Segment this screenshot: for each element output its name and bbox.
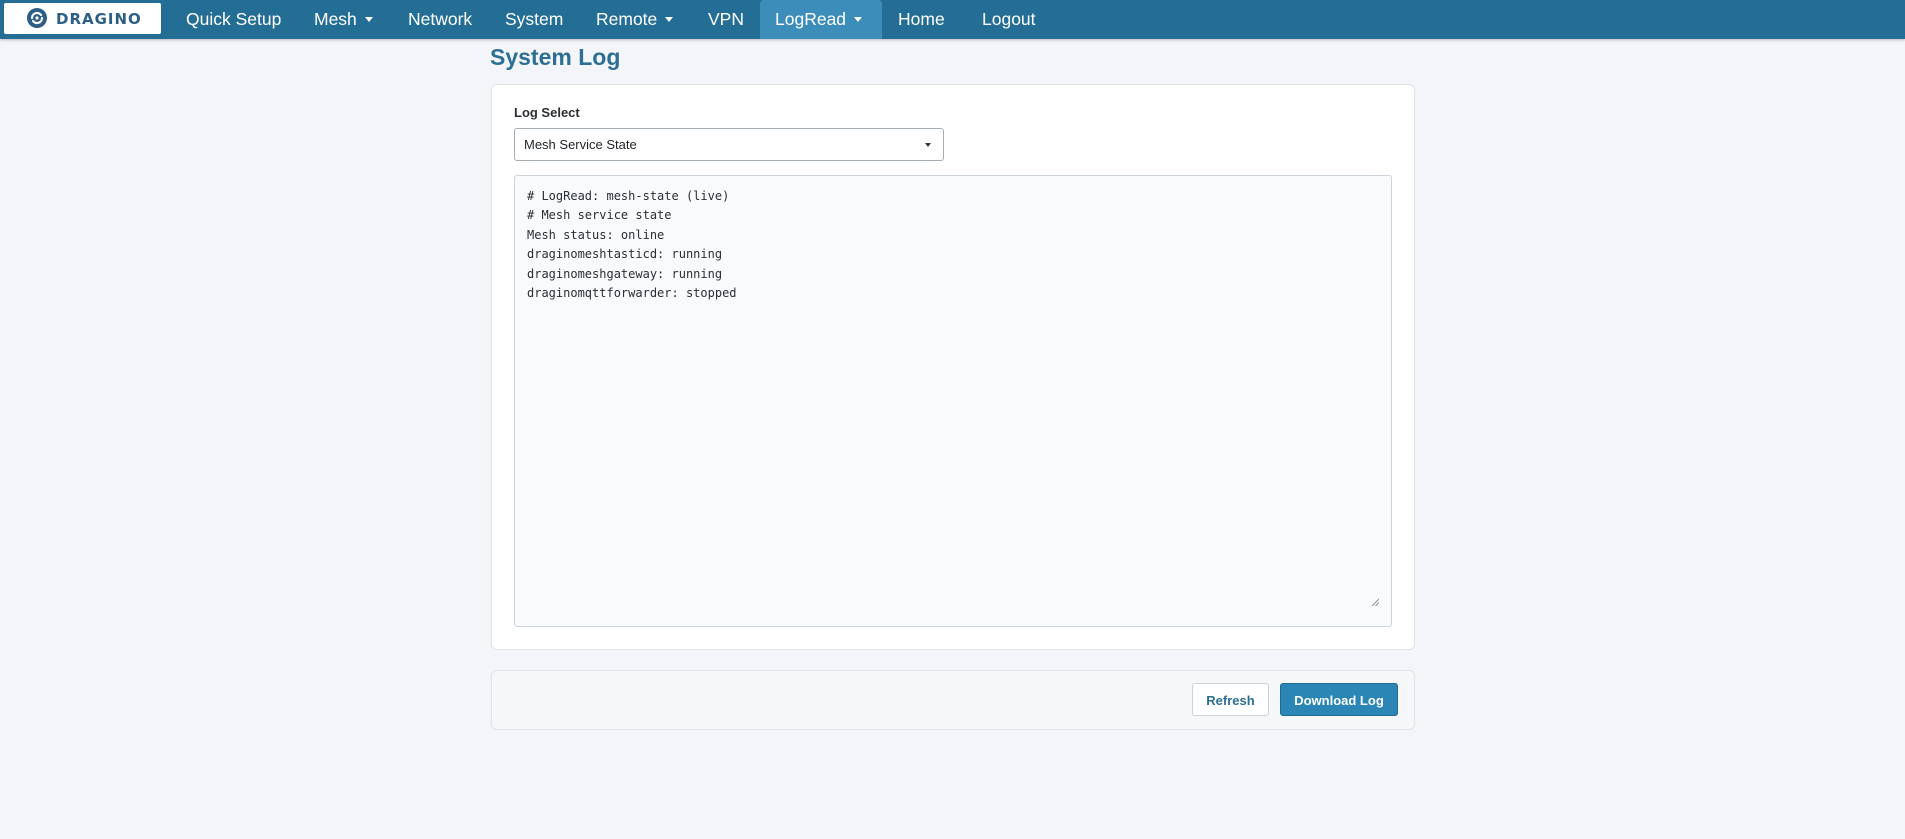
- nav-network-label: Network: [408, 9, 473, 29]
- log-line: draginomeshgateway: running: [527, 266, 723, 281]
- download-log-button[interactable]: Download Log: [1280, 683, 1398, 716]
- logo-text: DRAGINO: [56, 10, 142, 28]
- nav-remote-label: Remote: [596, 9, 658, 29]
- log-output-textarea[interactable]: # LogRead: mesh-state (live) # Mesh servi…: [514, 175, 1392, 627]
- nav-home[interactable]: Home: [898, 0, 945, 39]
- log-line: Mesh status: online: [527, 227, 665, 242]
- log-panel: Log Select Mesh Service State # LogRead:…: [491, 84, 1415, 650]
- nav-system[interactable]: System: [505, 0, 563, 39]
- resize-grip-icon[interactable]: [1371, 598, 1379, 606]
- nav-logread[interactable]: LogRead: [760, 0, 882, 39]
- log-select-dropdown[interactable]: Mesh Service State: [514, 128, 944, 161]
- log-line: # LogRead: mesh-state (live): [527, 189, 730, 203]
- log-line: draginomeshtasticd: running: [527, 247, 723, 262]
- log-select-value: Mesh Service State: [524, 137, 637, 152]
- dragino-logo-icon: [27, 8, 47, 28]
- nav-system-label: System: [505, 9, 564, 29]
- nav-home-label: Home: [898, 9, 945, 29]
- nav-logread-label: LogRead: [775, 9, 847, 29]
- refresh-button[interactable]: Refresh: [1192, 683, 1269, 716]
- chevron-down-icon: [854, 16, 863, 22]
- log-line: # Mesh service state: [527, 208, 672, 223]
- action-bar: Refresh Download Log: [491, 670, 1415, 730]
- nav-logout[interactable]: Logout: [982, 0, 1036, 39]
- log-lines: # LogRead: mesh-state (live) # Mesh servi…: [527, 187, 737, 303]
- nav-quick-setup[interactable]: Quick Setup: [186, 0, 281, 39]
- nav-remote[interactable]: Remote: [596, 0, 674, 39]
- nav-mesh-label: Mesh: [314, 9, 357, 29]
- nav-quick-setup-label: Quick Setup: [186, 9, 282, 29]
- chevron-down-icon: [364, 16, 373, 22]
- nav-logout-label: Logout: [982, 9, 1036, 29]
- top-navigation-bar: DRAGINO Quick Setup Mesh Network System …: [0, 0, 1905, 39]
- page-title: System Log: [490, 44, 621, 70]
- log-line: draginomqttforwarder: stopped: [527, 286, 737, 301]
- log-select-label: Log Select: [514, 105, 580, 120]
- dragino-logo[interactable]: DRAGINO: [4, 3, 161, 34]
- nav-vpn-label: VPN: [708, 9, 744, 29]
- chevron-down-icon: [665, 16, 674, 22]
- nav-vpn[interactable]: VPN: [708, 0, 744, 39]
- nav-mesh[interactable]: Mesh: [314, 0, 373, 39]
- nav-network[interactable]: Network: [408, 0, 472, 39]
- chevron-down-icon: [925, 143, 931, 147]
